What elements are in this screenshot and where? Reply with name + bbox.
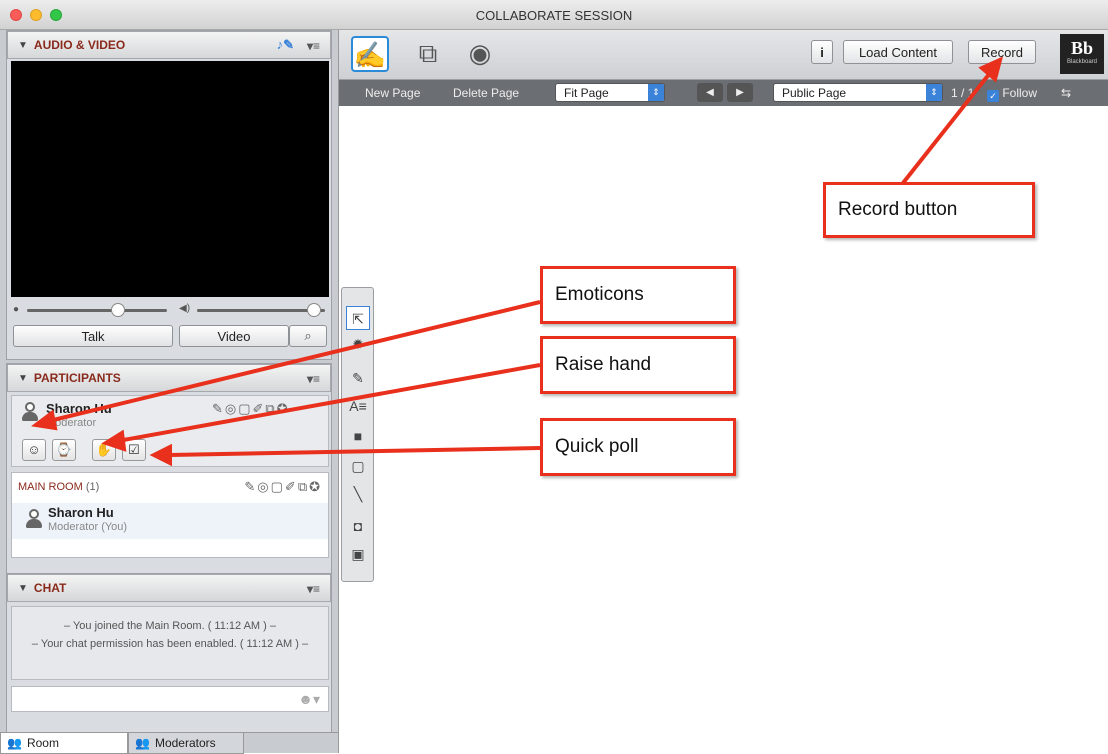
chat-message: – You joined the Main Room. ( 11:12 AM )… — [64, 620, 276, 632]
info-button[interactable]: i — [811, 40, 833, 64]
participants-title: PARTICIPANTS — [33, 371, 121, 385]
panel-menu-icon[interactable]: ▾≡ — [307, 582, 320, 596]
my-role: Moderator — [46, 417, 97, 429]
load-content-button[interactable]: Load Content — [843, 40, 953, 64]
audio-settings-icon[interactable]: ♪✎ — [277, 37, 294, 53]
quick-poll-icon[interactable]: ☑ — [122, 439, 146, 461]
audio-video-panel: ▼ AUDIO & VIDEO ♪✎ ▾≡ ● ◀) Talk Video ⌕ — [6, 30, 332, 360]
main-room-label: MAIN ROOM — [18, 481, 83, 493]
zoom-select[interactable]: Fit Page ⇕ — [555, 83, 665, 102]
select-tool-icon[interactable]: ⇱ — [346, 306, 370, 330]
speaker-icon: ◀) — [179, 303, 191, 314]
main-room-count: (1) — [85, 481, 100, 493]
mic-volume-knob[interactable] — [111, 303, 125, 317]
collapse-triangle-icon: ▼ — [18, 582, 28, 594]
chat-tabs: 👥 Room 👥 Moderators — [0, 732, 338, 754]
whiteboard-subbar: New Page Delete Page Fit Page ⇕ ◀ ▶ Publi… — [339, 80, 1108, 106]
tab-moderators[interactable]: 👥 Moderators — [128, 733, 244, 754]
image-tool-icon[interactable]: ▣ — [346, 542, 370, 566]
window-titlebar: COLLABORATE SESSION — [0, 0, 1108, 30]
chat-panel: ▼ CHAT ▾≡ – You joined the Main Room. ( … — [6, 573, 332, 753]
video-display — [11, 61, 329, 297]
callout-record: Record button — [823, 182, 1035, 238]
next-page-button[interactable]: ▶ — [727, 83, 753, 102]
speaker-volume-track[interactable] — [197, 309, 325, 312]
tab-room[interactable]: 👥 Room — [0, 733, 128, 754]
video-button[interactable]: Video — [179, 325, 289, 347]
participant-name: Sharon Hu — [48, 505, 114, 520]
my-status-box: Sharon Hu Moderator ✎◎▢✐⧉✪ ☺ ⌚ ✋ ☑ — [11, 395, 329, 467]
page-type-select[interactable]: Public Page ⇕ — [773, 83, 943, 102]
audio-video-title: AUDIO & VIDEO — [33, 38, 126, 52]
participant-role: Moderator (You) — [48, 521, 128, 533]
line-tool-icon[interactable]: ╲ — [346, 482, 370, 506]
main-room-header: MAIN ROOM (1) ✎◎▢✐⧉✪ — [12, 473, 328, 503]
sync-view-icon[interactable]: ⇆ — [1061, 86, 1071, 100]
away-status-icon[interactable]: ⌚ — [52, 439, 76, 461]
chat-input[interactable]: ☻▾ — [11, 686, 329, 712]
volume-sliders: ● ◀) — [11, 302, 329, 318]
panel-menu-icon[interactable]: ▾≡ — [307, 372, 320, 386]
laser-pointer-icon[interactable]: ✹ — [346, 332, 370, 356]
chat-log: – You joined the Main Room. ( 11:12 AM )… — [11, 606, 329, 680]
left-sidebar: ▼ AUDIO & VIDEO ♪✎ ▾≡ ● ◀) Talk Video ⌕ … — [0, 30, 338, 754]
record-button[interactable]: Record — [968, 40, 1036, 64]
new-page-button[interactable]: New Page — [365, 86, 420, 100]
participants-panel: ▼ PARTICIPANTS ▾≡ Sharon Hu Moderator ✎◎… — [6, 363, 332, 599]
mic-volume-track[interactable] — [27, 309, 167, 312]
check-icon: ✓ — [987, 90, 999, 102]
callout-raise-hand: Raise hand — [540, 336, 736, 394]
video-preview-icon[interactable]: ⌕ — [289, 325, 327, 347]
app-share-mode-icon[interactable]: ⧉ — [409, 36, 447, 72]
callout-emoticons: Emoticons — [540, 266, 736, 324]
people-icon: 👥 — [135, 736, 150, 750]
follow-checkbox[interactable]: ✓ Follow — [987, 86, 1037, 102]
audio-video-header[interactable]: ▼ AUDIO & VIDEO ♪✎ ▾≡ — [7, 31, 331, 59]
callout-quick-poll: Quick poll — [540, 418, 736, 476]
speaker-volume-knob[interactable] — [307, 303, 321, 317]
my-name: Sharon Hu — [46, 401, 112, 416]
filled-shape-icon[interactable]: ■ — [346, 424, 370, 448]
blackboard-logo: Bb Blackboard — [1060, 34, 1104, 74]
select-arrow-icon: ⇕ — [926, 84, 942, 101]
prev-page-button[interactable]: ◀ — [697, 83, 723, 102]
microphone-icon: ● — [13, 304, 20, 315]
raise-hand-icon[interactable]: ✋ — [92, 439, 116, 461]
page-number: 1 / 1 — [951, 86, 975, 100]
main-toolbar: ✍ ⧉ ◉ i Load Content Record Bb Blackboar… — [339, 30, 1108, 80]
collapse-triangle-icon: ▼ — [18, 372, 28, 384]
participants-header[interactable]: ▼ PARTICIPANTS ▾≡ — [7, 364, 331, 392]
room-permission-icons[interactable]: ✎◎▢✐⧉✪ — [244, 479, 322, 495]
main-room-list: MAIN ROOM (1) ✎◎▢✐⧉✪ Sharon Hu Moderator… — [11, 472, 329, 558]
select-arrow-icon: ⇕ — [648, 84, 664, 101]
web-tour-mode-icon[interactable]: ◉ — [461, 36, 499, 72]
rectangle-tool-icon[interactable]: ▢ — [346, 454, 370, 478]
talk-button[interactable]: Talk — [13, 325, 173, 347]
chat-header[interactable]: ▼ CHAT ▾≡ — [7, 574, 331, 602]
whiteboard-mode-icon[interactable]: ✍ — [351, 36, 389, 72]
panel-menu-icon[interactable]: ▾≡ — [307, 39, 320, 53]
collapse-triangle-icon: ▼ — [18, 39, 28, 51]
delete-page-button[interactable]: Delete Page — [453, 86, 519, 100]
my-permission-icons: ✎◎▢✐⧉✪ — [212, 401, 290, 416]
screen-capture-icon[interactable]: ◘ — [346, 514, 370, 538]
people-icon: 👥 — [7, 736, 22, 750]
chat-title: CHAT — [33, 581, 67, 595]
window-title: COLLABORATE SESSION — [475, 8, 633, 23]
emoticons-icon[interactable]: ☺ — [22, 439, 46, 461]
pen-tool-icon[interactable]: ✎ — [346, 366, 370, 390]
avatar-icon — [22, 402, 38, 422]
avatar-icon — [26, 509, 42, 529]
chat-message: – Your chat permission has been enabled.… — [31, 638, 309, 650]
participant-row[interactable]: Sharon Hu Moderator (You) — [12, 503, 328, 539]
text-tool-icon[interactable]: A≡ — [346, 394, 370, 418]
emoticon-picker-icon[interactable]: ☻▾ — [298, 691, 320, 708]
whiteboard-tools: ⇱ ✹ ✎ A≡ ■ ▢ ╲ ◘ ▣ — [341, 287, 374, 582]
